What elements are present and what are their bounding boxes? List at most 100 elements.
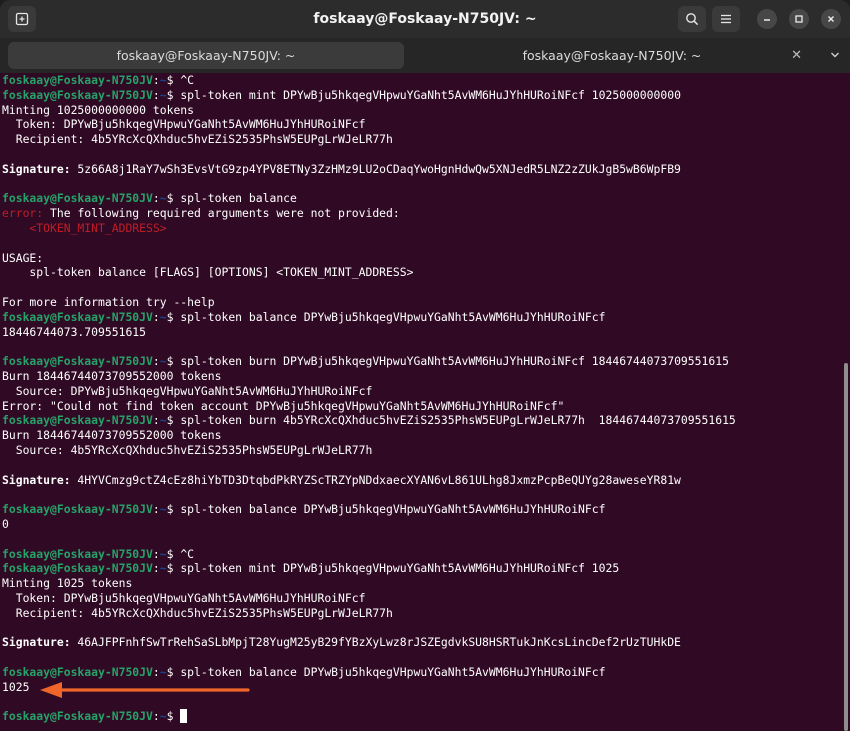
prompt-path: ~ [159,561,167,576]
prompt-dollar: $ [166,87,181,102]
terminal-line: Token: DPYwBju5hkqegVHpwuYGaNht5AvWM6HuJ… [2,591,842,606]
output-text: Recipient: 4b5YRcXcQXhduc5hvEZiS2535PhsW… [2,605,393,620]
output-text: 0 [2,516,9,531]
close-button[interactable] [821,9,841,29]
prompt-dollar: $ [166,191,181,206]
terminal-line: foskaay@Foskaay-N750JV:~$ [2,709,842,724]
signature-value: 46AJFPFnhfSwTrRehSaSLbMpjT28YugM25yB29fY… [70,635,681,650]
terminal-line: Recipient: 4b5YRcXcQXhduc5hvEZiS2535PhsW… [2,606,842,621]
command-text: spl-token burn 4b5YRcXcQXhduc5hvEZiS2535… [180,413,736,428]
tab-label: foskaay@Foskaay-N750JV: ~ [116,48,296,63]
prompt-path: ~ [159,87,167,102]
terminal-line: foskaay@Foskaay-N750JV:~$ spl-token mint… [2,88,842,103]
terminal-cursor [180,709,188,724]
chevron-down-icon [831,52,839,58]
output-text: Burn 18446744073709552000 tokens [2,368,222,383]
output-text: 18446744073.709551615 [2,324,147,339]
command-text: spl-token balance DPYwBju5hkqegVHpwuYGaN… [180,664,606,679]
tab-bar: foskaay@Foskaay-N750JV: ~ foskaay@Foskaa… [0,38,850,73]
prompt-user: foskaay@Foskaay-N750JV [2,709,153,724]
signature-label: Signature: [2,161,71,176]
output-text: Source: 4b5YRcXcQXhduc5hvEZiS2535PhsW5EU… [2,442,373,457]
prompt-user: foskaay@Foskaay-N750JV [2,309,153,324]
terminal-line: Minting 1025000000000 tokens [2,103,842,118]
minimize-icon [764,19,770,21]
prompt-path: ~ [159,191,167,206]
output-text: 1025 [2,679,30,694]
maximize-icon [795,15,803,23]
scrollbar-thumb[interactable] [844,363,848,731]
command-text: ^C [180,546,195,561]
terminal-line: Signature: 46AJFPFnhfSwTrRehSaSLbMpjT28Y… [2,635,842,650]
search-button[interactable] [678,6,706,32]
output-text: For more information try --help [2,294,215,309]
terminal-output[interactable]: foskaay@Foskaay-N750JV:~$ ^C foskaay@Fosk… [0,73,842,731]
terminal-line: USAGE: [2,251,842,266]
output-text: USAGE: [2,250,44,265]
terminal-line: Signature: 4HYVCmzg9ctZ4cEz8hiYbTD3Dtqbd… [2,473,842,488]
prompt-dollar: $ [166,73,181,87]
command-text: spl-token balance DPYwBju5hkqegVHpwuYGaN… [180,309,606,324]
prompt-user: foskaay@Foskaay-N750JV [2,502,153,517]
prompt-user: foskaay@Foskaay-N750JV [2,191,153,206]
output-text: Minting 1025000000000 tokens [2,102,195,117]
scrollbar[interactable] [842,73,850,731]
terminal-line: Error: "Could not find token account DPY… [2,399,842,414]
terminal-line: foskaay@Foskaay-N750JV:~$ ^C [2,73,842,88]
terminal-line: 18446744073.709551615 [2,325,842,340]
output-text: Recipient: 4b5YRcXcQXhduc5hvEZiS2535PhsW… [2,132,393,147]
output-text: Error: "Could not find token account DPY… [2,398,565,413]
prompt-separator: : [152,191,160,206]
tab-1[interactable]: foskaay@Foskaay-N750JV: ~ [8,42,404,69]
error-label: error: [2,206,44,221]
tab-overflow-button[interactable] [830,48,840,62]
terminal-line: foskaay@Foskaay-N750JV:~$ spl-token bala… [2,310,842,325]
prompt-user: foskaay@Foskaay-N750JV [2,73,153,87]
prompt-path: ~ [159,502,167,517]
terminal-line: foskaay@Foskaay-N750JV:~$ spl-token burn… [2,413,842,428]
error-text: The following required arguments were no… [43,206,400,221]
command-text: ^C [180,73,195,87]
menu-button[interactable] [712,6,740,32]
tab-close-icon[interactable]: ✕ [791,42,802,69]
terminal-line: Source: DPYwBju5hkqegVHpwuYGaNht5AvWM6Hu… [2,384,842,399]
terminal-line: Burn 18446744073709552000 tokens [2,369,842,384]
prompt-user: foskaay@Foskaay-N750JV [2,664,153,679]
terminal-line: Recipient: 4b5YRcXcQXhduc5hvEZiS2535PhsW… [2,132,842,147]
terminal-line: Token: DPYwBju5hkqegVHpwuYGaNht5AvWM6HuJ… [2,117,842,132]
prompt-separator: : [152,354,160,369]
tab-2[interactable]: foskaay@Foskaay-N750JV: ~ ✕ [412,42,812,69]
maximize-button[interactable] [789,9,809,29]
prompt-dollar: $ [166,561,181,576]
output-text: Token: DPYwBju5hkqegVHpwuYGaNht5AvWM6HuJ… [2,117,366,132]
terminal-line: spl-token balance [FLAGS] [OPTIONS] <TOK… [2,265,842,280]
tab-label: foskaay@Foskaay-N750JV: ~ [522,48,702,63]
prompt-user: foskaay@Foskaay-N750JV [2,354,153,369]
terminal-line: Source: 4b5YRcXcQXhduc5hvEZiS2535PhsW5EU… [2,443,842,458]
prompt-path: ~ [159,354,167,369]
minimize-button[interactable] [757,9,777,29]
prompt-dollar: $ [166,354,181,369]
close-icon [828,16,834,22]
output-text: Minting 1025 tokens [2,576,133,591]
terminal-line: error: The following required arguments … [2,206,842,221]
prompt-dollar: $ [166,309,181,324]
prompt-dollar: $ [166,709,181,724]
terminal-window: foskaay@Foskaay-N750JV: ~ foskaay@Foskaa… [0,0,850,731]
terminal-line: foskaay@Foskaay-N750JV:~$ spl-token bala… [2,191,842,206]
prompt-separator: : [152,413,160,428]
output-text: spl-token balance [FLAGS] [OPTIONS] <TOK… [2,265,414,280]
signature-label: Signature: [2,472,71,487]
terminal-line: Burn 18446744073709552000 tokens [2,428,842,443]
title-bar: foskaay@Foskaay-N750JV: ~ [0,0,850,38]
prompt-separator: : [152,87,160,102]
prompt-separator: : [152,561,160,576]
